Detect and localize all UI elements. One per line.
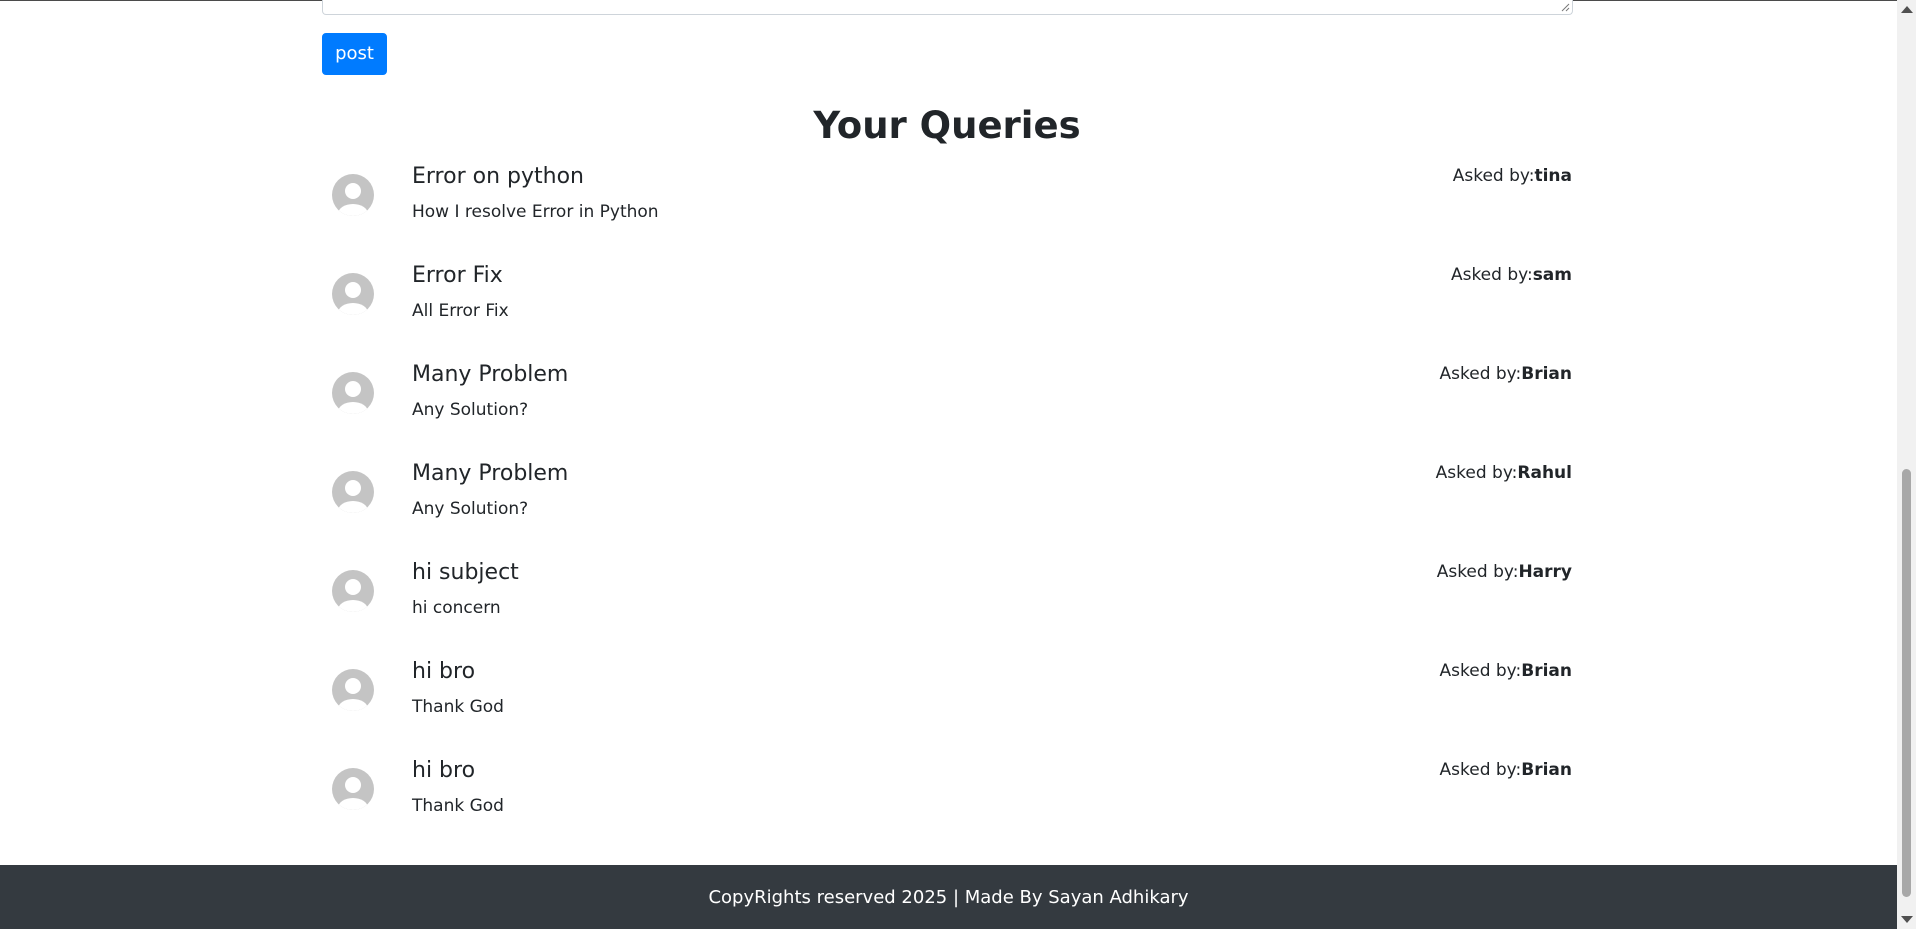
asked-by: Asked by:Brian <box>1440 659 1572 683</box>
query-title[interactable]: Many Problem <box>412 459 568 489</box>
asked-by-label: Asked by: <box>1450 265 1533 285</box>
query-title[interactable]: hi subject <box>412 558 519 588</box>
query-body: hi concern <box>412 598 501 618</box>
asked-by: Asked by:tina <box>1453 164 1572 188</box>
main-content: post Your Queries Error on python How I … <box>0 0 1897 865</box>
asked-by-label: Asked by: <box>1439 760 1522 780</box>
query-body: All Error Fix <box>412 301 509 321</box>
asked-by: Asked by:Brian <box>1440 362 1572 386</box>
query-item: Many Problem Any Solution? Asked by:Bria… <box>322 358 1572 457</box>
asked-by-label: Asked by: <box>1439 364 1522 384</box>
asked-by: Asked by:sam <box>1451 263 1572 287</box>
query-title[interactable]: Error on python <box>412 162 584 192</box>
query-body: How I resolve Error in Python <box>412 202 659 222</box>
query-item: hi bro Thank God Asked by:Brian <box>322 655 1572 754</box>
asked-by: Asked by:Rahul <box>1436 461 1572 485</box>
post-button[interactable]: post <box>322 33 387 75</box>
scroll-up-arrow-icon[interactable] <box>1901 6 1913 13</box>
query-item: Error on python How I resolve Error in P… <box>322 160 1572 259</box>
footer: CopyRights reserved 2025 | Made By Sayan… <box>0 865 1897 929</box>
query-body: Thank God <box>412 697 504 717</box>
author-name: tina <box>1534 166 1572 186</box>
asked-by: Asked by:Harry <box>1437 560 1572 584</box>
asked-by-label: Asked by: <box>1435 463 1518 483</box>
query-title[interactable]: Error Fix <box>412 261 503 291</box>
scrollbar-thumb[interactable] <box>1902 469 1911 897</box>
query-title[interactable]: hi bro <box>412 657 475 687</box>
query-item: hi subject hi concern Asked by:Harry <box>322 556 1572 655</box>
scroll-down-arrow-icon[interactable] <box>1901 916 1913 923</box>
query-title[interactable]: Many Problem <box>412 360 568 390</box>
author-name: sam <box>1532 265 1572 285</box>
user-avatar-icon <box>332 273 374 315</box>
author-name: Harry <box>1518 562 1572 582</box>
query-title[interactable]: hi bro <box>412 756 475 786</box>
resize-grip-icon[interactable] <box>1560 2 1570 12</box>
user-avatar-icon <box>332 669 374 711</box>
query-item: hi bro Thank God Asked by:Brian <box>322 754 1572 853</box>
query-body: Any Solution? <box>412 400 529 420</box>
footer-text: CopyRights reserved 2025 | Made By Sayan… <box>708 886 1189 908</box>
asked-by-label: Asked by: <box>1452 166 1535 186</box>
query-item: Many Problem Any Solution? Asked by:Rahu… <box>322 457 1572 556</box>
author-name: Rahul <box>1517 463 1572 483</box>
user-avatar-icon <box>332 372 374 414</box>
user-avatar-icon <box>332 768 374 810</box>
asked-by-label: Asked by: <box>1439 661 1522 681</box>
page: post Your Queries Error on python How I … <box>0 0 1916 929</box>
vertical-scrollbar[interactable] <box>1897 0 1916 929</box>
query-item: Error Fix All Error Fix Asked by:sam <box>322 259 1572 358</box>
query-textarea[interactable] <box>322 0 1573 15</box>
query-body: Thank God <box>412 796 504 816</box>
asked-by: Asked by:Brian <box>1440 758 1572 782</box>
author-name: Brian <box>1521 760 1572 780</box>
user-avatar-icon <box>332 471 374 513</box>
query-list: Error on python How I resolve Error in P… <box>322 160 1572 853</box>
user-avatar-icon <box>332 174 374 216</box>
query-body: Any Solution? <box>412 499 529 519</box>
author-name: Brian <box>1521 661 1572 681</box>
author-name: Brian <box>1521 364 1572 384</box>
page-title: Your Queries <box>813 104 1081 147</box>
asked-by-label: Asked by: <box>1436 562 1519 582</box>
user-avatar-icon <box>332 570 374 612</box>
